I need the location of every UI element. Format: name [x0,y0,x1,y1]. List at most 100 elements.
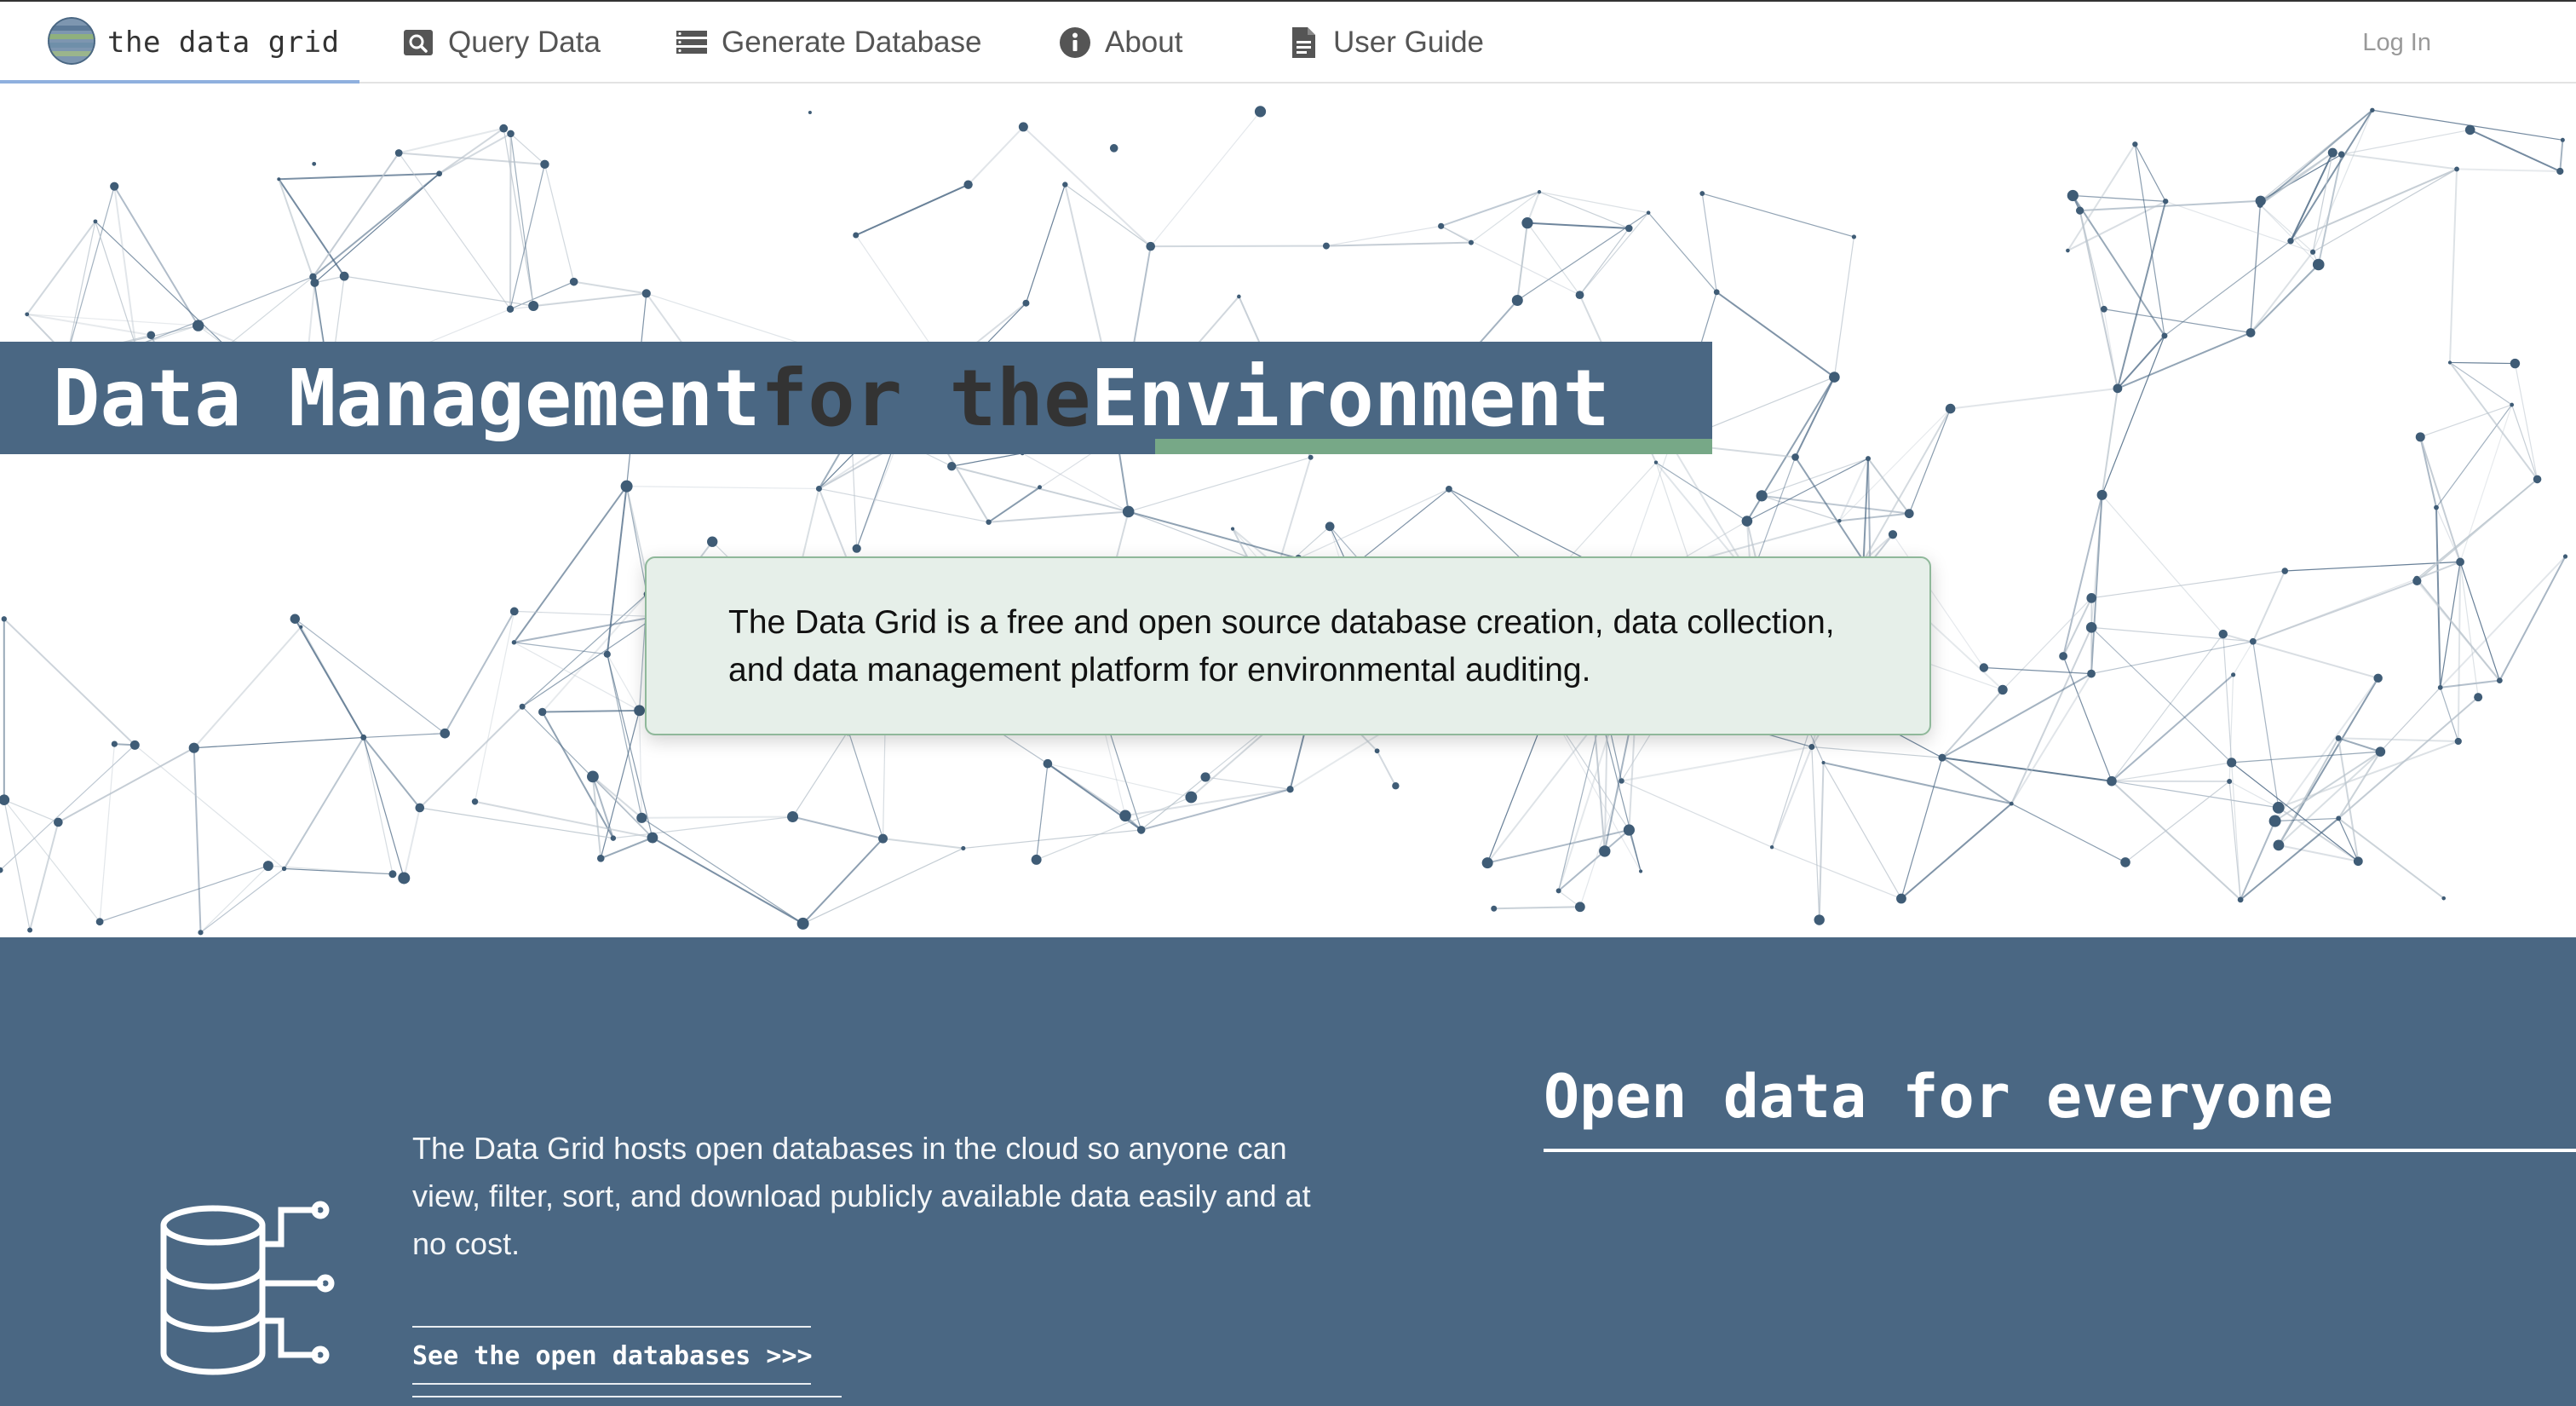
network-node [1468,239,1474,245]
title-accent-underline [1155,439,1712,454]
network-node [963,180,973,189]
network-link [2259,109,2373,206]
network-node [1119,810,1131,822]
network-link [2419,436,2437,508]
nav-query-data[interactable]: Query Data [402,2,601,84]
network-node [808,111,812,115]
nav-user-guide[interactable]: User Guide [1287,2,1484,84]
network-node [538,707,547,717]
network-node [147,331,156,340]
network-node [506,305,515,313]
network-link [638,710,642,818]
network-link [1290,729,1388,791]
network-link [2290,168,2458,242]
network-node [198,930,204,936]
network-link [1150,111,1261,247]
network-node [1537,190,1542,194]
network-link [2372,109,2563,141]
network-link [2440,687,2459,742]
network-link [1022,126,1152,247]
network-node [93,219,98,224]
network-link [2338,737,2458,742]
network-link [652,837,804,925]
network-node [1756,490,1768,502]
network-link [57,746,195,823]
network-node [192,320,204,331]
network-link [439,133,512,175]
network-node [603,650,611,658]
network-node [2373,673,2383,683]
network-link [541,712,614,839]
network-link [2337,738,2360,861]
network-node [796,917,809,930]
network-node [1829,372,1840,383]
network-link [363,737,405,879]
network-node [339,271,349,281]
network-link [1823,762,1902,899]
network-node [986,519,992,525]
intro-description: The Data Grid is a free and open source … [728,604,1835,689]
network-node [2434,504,2439,510]
network-link [0,744,135,871]
network-link [363,737,394,874]
network-link [294,618,446,735]
network-node [2309,249,2316,255]
network-node [2272,801,2285,814]
open-databases-link[interactable]: See the open databases >>> [412,1326,813,1385]
network-node [1713,289,1720,296]
network-node [2076,206,2084,215]
network-link [2514,363,2539,480]
network-node [1904,509,1914,519]
network-node [2353,856,2363,867]
network-link [503,128,534,307]
network-link [1621,780,1773,848]
network-link [819,487,989,523]
network-node [277,177,281,182]
network-node [2161,332,2168,339]
network-link [802,847,964,925]
network-node [2059,652,2067,660]
network-link [294,618,365,738]
network-link [2379,687,2441,752]
network-link [312,172,440,278]
network-link [2278,737,2339,846]
brand-home-link[interactable]: the data grid [0,2,359,84]
network-node [2268,815,2281,827]
network-link [1771,746,1813,848]
network-node [2120,857,2130,867]
nav-generate-database[interactable]: Generate Database [676,2,981,84]
network-link [2079,210,2119,389]
network-link [2103,308,2251,334]
network-link [2250,263,2320,334]
network-node [1866,456,1872,462]
network-link [1025,184,1066,303]
network-node [2336,815,2342,821]
network-node [2107,775,2117,787]
network-node [2415,432,2425,442]
network-link [1538,191,1630,229]
open-data-heading: Open data for everyone [1544,1062,2334,1132]
network-link [200,865,269,933]
network-node [1741,516,1753,527]
network-node [2370,107,2375,112]
network-link [193,736,364,749]
network-node [2231,672,2236,677]
network-node [1599,845,1611,857]
network-node [1136,826,1146,834]
network-link [95,221,227,348]
network-node [111,740,118,747]
network-link [641,815,793,819]
network-link [963,829,1141,850]
network-node [815,485,822,492]
network-link [2125,781,2230,863]
nav-about[interactable]: About [1059,2,1182,84]
network-link [2312,153,2333,252]
network-link [1900,757,1943,899]
network-link [1839,512,1910,522]
login-link[interactable]: Log In [2362,2,2431,84]
database-network-icon [153,1193,349,1393]
link-divider [412,1396,842,1397]
network-link [3,799,101,923]
network-link [3,799,31,931]
network-node [2257,201,2263,208]
